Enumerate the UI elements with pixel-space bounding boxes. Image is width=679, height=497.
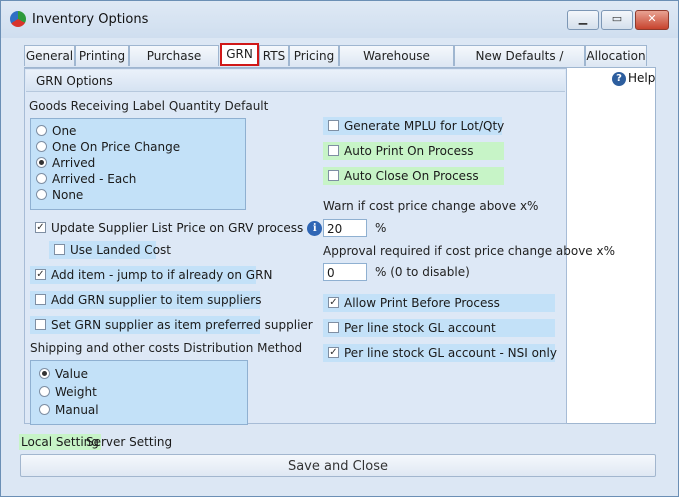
checkbox[interactable] — [54, 244, 65, 255]
tab-printing[interactable]: Printing — [75, 45, 129, 66]
close-button[interactable]: ✕ — [635, 10, 669, 30]
per-line-gl-nsi-checkbox[interactable]: ✓ Per line stock GL account - NSI only — [323, 344, 557, 362]
update-supplier-price-checkbox[interactable]: ✓ Update Supplier List Price on GRV proce… — [30, 219, 323, 237]
checkbox-label: Allow Print Before Process — [344, 296, 500, 310]
help-link[interactable]: ? Help — [612, 71, 655, 87]
radio-none[interactable]: None — [36, 187, 83, 203]
help-label: Help — [628, 71, 656, 85]
checkbox-label: Use Landed Cost — [70, 243, 171, 257]
checkbox[interactable] — [328, 322, 339, 333]
radio-button[interactable] — [36, 141, 47, 152]
checkbox[interactable]: ✓ — [328, 297, 339, 308]
radio-arrived-each[interactable]: Arrived - Each — [36, 171, 136, 187]
checkbox-label: Generate MPLU for Lot/Qty — [344, 119, 505, 133]
label-qty-radio-group: One One On Price Change Arrived Arrived … — [30, 118, 246, 210]
radio-button-selected[interactable] — [36, 157, 47, 168]
radio-label: One On Price Change — [52, 140, 181, 154]
warn-cost-input[interactable]: 20 — [323, 219, 367, 237]
add-item-jump-checkbox[interactable]: ✓ Add item - jump to if already on GRN — [30, 266, 272, 284]
auto-print-checkbox[interactable]: Auto Print On Process — [323, 142, 504, 160]
checkbox[interactable]: ✓ — [35, 269, 46, 280]
checkbox-label: Per line stock GL account — [344, 321, 496, 335]
save-and-close-button[interactable]: Save and Close — [20, 454, 656, 477]
radio-button[interactable] — [36, 173, 47, 184]
tab-grn[interactable]: GRN — [220, 43, 259, 66]
checkbox-label: Per line stock GL account - NSI only — [344, 346, 557, 360]
checkbox[interactable]: ✓ — [35, 222, 46, 233]
radio-one[interactable]: One — [36, 123, 76, 139]
shipping-method-radio-group: Value Weight Manual — [30, 360, 248, 425]
radio-manual[interactable]: Manual — [39, 402, 99, 418]
set-preferred-supplier-checkbox[interactable]: Set GRN supplier as item preferred suppl… — [30, 316, 313, 334]
checkbox[interactable] — [35, 294, 46, 305]
tab-rts[interactable]: RTS — [259, 45, 289, 66]
tab-general[interactable]: General — [24, 45, 75, 66]
radio-label: Value — [55, 367, 88, 381]
radio-button-selected[interactable] — [39, 368, 50, 379]
radio-button[interactable] — [39, 386, 50, 397]
radio-label: None — [52, 188, 84, 202]
tab-warehouse-transfer[interactable]: Warehouse Transfer — [339, 45, 454, 84]
radio-label: One — [52, 124, 77, 138]
checkbox-label: Set GRN supplier as item preferred suppl… — [51, 318, 313, 332]
radio-label: Weight — [55, 385, 97, 399]
tab-new-defaults[interactable]: New Defaults / Required — [454, 45, 585, 84]
checkbox[interactable] — [328, 170, 339, 181]
shipping-method-title: Shipping and other costs Distribution Me… — [30, 341, 303, 355]
tab-allocation[interactable]: Allocation — [585, 45, 647, 66]
allow-print-before-checkbox[interactable]: ✓ Allow Print Before Process — [323, 294, 555, 312]
maximize-button[interactable]: ▭ — [601, 10, 633, 30]
checkbox[interactable] — [35, 319, 46, 330]
approval-cost-unit: % (0 to disable) — [375, 265, 470, 279]
window-title: Inventory Options — [32, 12, 149, 27]
radio-weight[interactable]: Weight — [39, 384, 97, 400]
title-bar: Inventory Options ▁ ▭ ✕ — [1, 1, 678, 38]
generate-mplu-checkbox[interactable]: Generate MPLU for Lot/Qty — [323, 117, 505, 135]
tab-pricing[interactable]: Pricing — [289, 45, 339, 66]
auto-close-checkbox[interactable]: Auto Close On Process — [323, 167, 504, 185]
warn-cost-unit: % — [375, 221, 387, 235]
label-qty-title: Goods Receiving Label Quantity Default — [29, 99, 269, 113]
checkbox-label: Auto Print On Process — [344, 144, 474, 158]
checkbox-label: Add GRN supplier to item suppliers — [51, 293, 262, 307]
section-title: GRN Options — [26, 70, 565, 92]
app-logo-icon — [10, 11, 26, 27]
checkbox-label: Add item - jump to if already on GRN — [51, 268, 273, 282]
radio-button[interactable] — [36, 125, 47, 136]
server-setting-legend: Server Setting — [86, 435, 173, 449]
checkbox-label: Update Supplier List Price on GRV proces… — [51, 221, 304, 235]
checkbox[interactable] — [328, 145, 339, 156]
checkbox[interactable] — [328, 120, 339, 131]
radio-button[interactable] — [36, 189, 47, 200]
help-icon: ? — [612, 71, 626, 86]
add-grn-supplier-checkbox[interactable]: Add GRN supplier to item suppliers — [30, 291, 262, 309]
tab-purchase-order[interactable]: Purchase Order — [129, 45, 219, 84]
approval-cost-input[interactable]: 0 — [323, 263, 367, 281]
radio-value[interactable]: Value — [39, 366, 88, 382]
warn-cost-label: Warn if cost price change above x% — [323, 199, 539, 213]
approval-cost-label: Approval required if cost price change a… — [323, 244, 616, 258]
grn-options-panel: GRN Options Goods Receiving Label Quanti… — [24, 68, 615, 425]
radio-one-on-price-change[interactable]: One On Price Change — [36, 139, 180, 155]
info-icon[interactable]: i — [307, 221, 323, 236]
use-landed-cost-checkbox[interactable]: Use Landed Cost — [49, 241, 171, 259]
per-line-gl-checkbox[interactable]: Per line stock GL account — [323, 319, 555, 337]
checkbox-label: Auto Close On Process — [344, 169, 479, 183]
checkbox[interactable]: ✓ — [328, 347, 339, 358]
radio-label: Manual — [55, 403, 99, 417]
radio-arrived[interactable]: Arrived — [36, 155, 95, 171]
radio-label: Arrived - Each — [52, 172, 137, 186]
minimize-button[interactable]: ▁ — [567, 10, 599, 30]
radio-button[interactable] — [39, 404, 50, 415]
radio-label: Arrived — [52, 156, 96, 170]
